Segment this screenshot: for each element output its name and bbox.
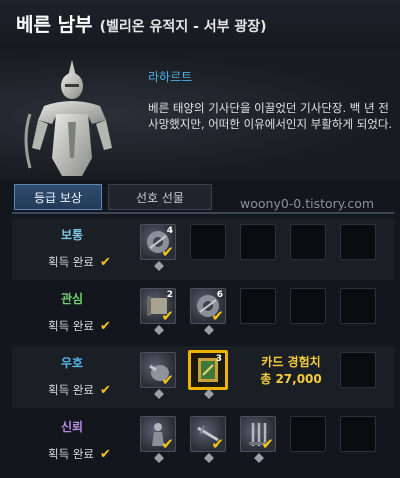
reward-slot[interactable]: 6 ✔ xyxy=(190,288,226,335)
diamond-icon xyxy=(204,325,214,335)
npc-info-panel: 라하르트 베른 태양의 기사단을 이끌었던 기사단장. 백 년 전 사망했지만,… xyxy=(0,50,400,180)
npc-name: 라하르트 xyxy=(148,70,193,84)
empty-slot xyxy=(290,416,326,452)
tier-status: 획득 완료 ✔ xyxy=(48,382,111,398)
item-count: 3 xyxy=(215,354,222,364)
knight-portrait xyxy=(24,60,112,176)
diamond-icon xyxy=(154,325,164,335)
item-count: 4 xyxy=(166,226,173,236)
status-text: 획득 완료 xyxy=(48,447,94,461)
tab-preferred-gift[interactable]: 선호 선물 xyxy=(108,184,212,210)
tier-row-friendly: 우호 획득 완료 ✔ ✔ 3 카드 경험치 총 27,000 xyxy=(12,346,394,408)
empty-slot xyxy=(340,288,376,324)
tier-row-interest: 관심 획득 완료 ✔ 2 ✔ 6 ✔ xyxy=(12,282,394,344)
status-text: 획득 완료 xyxy=(48,383,94,397)
check-icon: ✔ xyxy=(261,435,274,453)
empty-slot xyxy=(240,288,276,324)
check-icon: ✔ xyxy=(211,435,224,453)
watermark: woony0-0.tistory.com xyxy=(240,196,375,211)
card-exp-slot[interactable]: 3 xyxy=(188,350,228,399)
check-icon: ✔ xyxy=(99,255,111,270)
tier-label: 우호 xyxy=(60,356,84,370)
check-icon: ✔ xyxy=(161,435,174,453)
empty-slot xyxy=(340,352,376,388)
status-text: 획득 완료 xyxy=(48,319,94,333)
tier-row-normal: 보통 획득 완료 ✔ 4 ✔ xyxy=(12,218,394,280)
check-icon: ✔ xyxy=(99,383,111,398)
diamond-icon xyxy=(254,453,264,463)
empty-slot xyxy=(290,224,326,260)
tier-label: 보통 xyxy=(60,228,84,242)
diamond-icon xyxy=(204,453,214,463)
empty-slot xyxy=(340,224,376,260)
check-icon: ✔ xyxy=(99,447,111,462)
reward-slot[interactable]: ✔ xyxy=(140,416,176,463)
card-exp-amount: 총 27,000 xyxy=(260,372,322,386)
npc-description: 베른 태양의 기사단을 이끌었던 기사단장. 백 년 전 사망했지만, 어떠한 … xyxy=(148,101,393,131)
check-icon: ✔ xyxy=(161,307,174,325)
tier-status: 획득 완료 ✔ xyxy=(48,254,111,270)
tab-grade-reward[interactable]: 등급 보상 xyxy=(14,184,102,210)
empty-slot xyxy=(240,224,276,260)
tab-divider xyxy=(12,212,394,214)
item-count: 6 xyxy=(216,290,223,300)
tier-row-trust: 신뢰 획득 완료 ✔ ✔ ✔ ✔ xyxy=(12,410,394,472)
tier-status: 획득 완료 ✔ xyxy=(48,318,111,334)
reward-slot[interactable]: 2 ✔ xyxy=(140,288,176,335)
tier-label: 관심 xyxy=(60,292,84,306)
diamond-icon xyxy=(204,389,214,399)
card-exp-title: 카드 경험치 xyxy=(261,355,321,369)
tier-status: 획득 완료 ✔ xyxy=(48,446,111,462)
diamond-icon xyxy=(154,261,164,271)
title-bar: 베른 남부 (벨리온 유적지 - 서부 광장) xyxy=(0,0,400,50)
empty-slot xyxy=(190,224,226,260)
tier-label: 신뢰 xyxy=(60,420,84,434)
empty-slot xyxy=(340,416,376,452)
item-count: 2 xyxy=(166,290,173,300)
diamond-icon xyxy=(154,389,164,399)
diamond-icon xyxy=(154,453,164,463)
reward-slot[interactable]: ✔ xyxy=(190,416,226,463)
reward-slot[interactable]: 4 ✔ xyxy=(140,224,176,271)
check-icon: ✔ xyxy=(211,307,224,325)
location-subtitle: (벨리온 유적지 - 서부 광장) xyxy=(99,19,267,35)
card-exp-label: 카드 경험치 총 27,000 xyxy=(246,354,336,388)
reward-slot[interactable]: ✔ xyxy=(240,416,276,463)
check-icon: ✔ xyxy=(99,319,111,334)
status-text: 획득 완료 xyxy=(48,255,94,269)
check-icon: ✔ xyxy=(161,243,174,261)
reward-slot[interactable]: ✔ xyxy=(140,352,176,399)
check-icon: ✔ xyxy=(161,371,174,389)
empty-slot xyxy=(290,288,326,324)
page-title: 베른 남부 xyxy=(16,14,93,36)
